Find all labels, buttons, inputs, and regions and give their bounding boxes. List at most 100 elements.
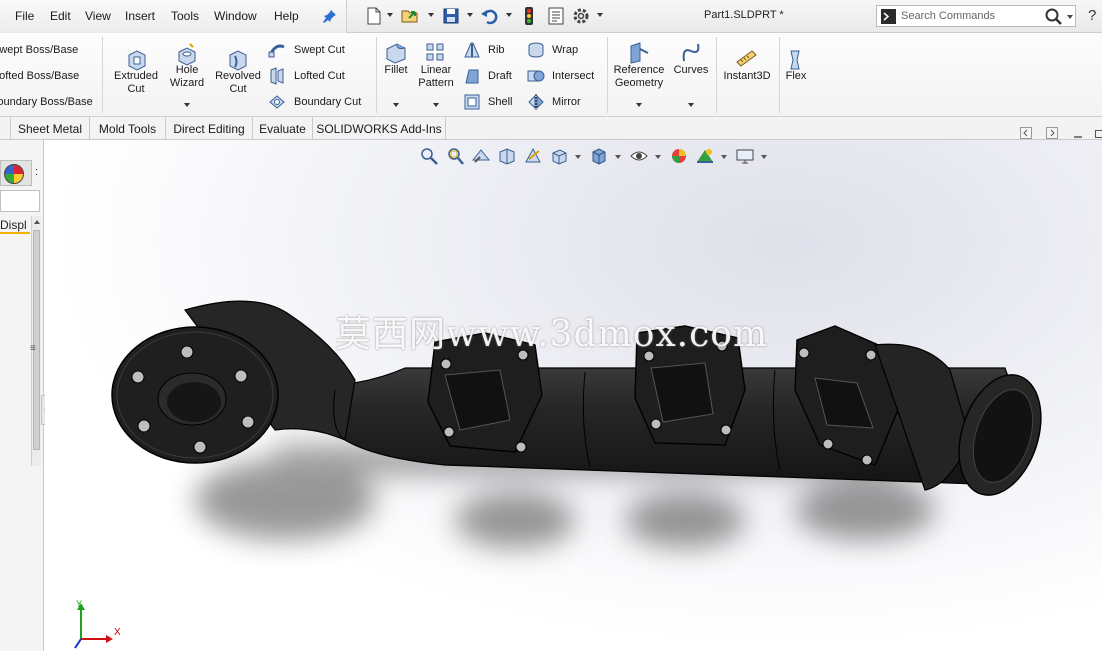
menu-help[interactable]: Help [274, 9, 299, 23]
command-manager-ribbon: Swept Boss/Base Lofted Boss/Base Boundar… [0, 33, 1102, 117]
scroll-up-icon[interactable] [33, 218, 41, 226]
linear-pattern-icon [426, 43, 444, 61]
open-icon[interactable] [400, 6, 420, 26]
save-icon[interactable] [441, 6, 461, 26]
command-prompt-icon [881, 9, 896, 24]
rib-button[interactable]: Rib [488, 44, 505, 56]
graphics-area[interactable]: 莫西网www.3dmox.com X Y [45, 140, 1102, 651]
curves-icon [682, 43, 700, 62]
undo-dropdown-icon[interactable] [506, 13, 512, 17]
search-input[interactable] [901, 10, 1041, 22]
triad-y-label: Y [76, 599, 83, 609]
feature-manager-panel: : Displ ≡ ◂ [0, 140, 51, 651]
curves-dropdown-icon[interactable] [688, 103, 694, 107]
open-dropdown-icon[interactable] [428, 13, 434, 17]
triad-x-label: X [114, 627, 121, 638]
revolved-cut-icon [229, 50, 247, 71]
hole-wizard-dropdown-icon[interactable] [184, 103, 190, 107]
ribbon-separator [716, 37, 717, 113]
more-tabs-icon[interactable]: : [35, 166, 38, 178]
menu-bar: File Edit View Insert Tools Window Help [0, 0, 347, 33]
menu-edit[interactable]: Edit [50, 9, 71, 23]
swept-boss-base-button[interactable]: Swept Boss/Base [0, 44, 78, 56]
file-properties-icon[interactable] [546, 6, 566, 26]
minimize-document-icon[interactable] [1072, 127, 1084, 139]
splitter-grip-icon[interactable]: ≡ [30, 343, 36, 354]
menu-tools[interactable]: Tools [171, 9, 199, 23]
filter-field[interactable] [0, 190, 40, 212]
ribbon-separator [779, 37, 780, 113]
lofted-cut-button[interactable]: Lofted Cut [294, 70, 345, 82]
reference-geometry-dropdown-icon[interactable] [636, 103, 642, 107]
next-document-icon[interactable] [1046, 127, 1058, 139]
lofted-boss-base-button[interactable]: Lofted Boss/Base [0, 70, 79, 82]
fillet-dropdown-icon[interactable] [393, 103, 399, 107]
boundary-boss-base-button[interactable]: Boundary Boss/Base [0, 96, 93, 108]
flex-button[interactable]: Flex [782, 70, 810, 83]
menu-insert[interactable]: Insert [125, 9, 155, 23]
tab-mold-tools[interactable]: Mold Tools [90, 117, 166, 140]
tab-sheet-metal[interactable]: Sheet Metal [11, 117, 90, 140]
linear-pattern-label: Linear Pattern [418, 64, 454, 89]
tab-direct-editing[interactable]: Direct Editing [166, 117, 253, 140]
reference-geometry-label: Reference Geometry [613, 64, 665, 89]
ribbon-separator [102, 37, 103, 113]
boundary-cut-button[interactable]: Boundary Cut [294, 96, 361, 108]
search-options-dropdown-icon[interactable] [1067, 15, 1073, 19]
rib-icon [464, 42, 480, 58]
menu-file[interactable]: File [15, 9, 34, 23]
mirror-icon [528, 94, 544, 110]
linear-pattern-dropdown-icon[interactable] [433, 103, 439, 107]
display-manager-tab[interactable] [0, 160, 32, 186]
save-dropdown-icon[interactable] [467, 13, 473, 17]
extruded-cut-label: Extruded Cut [113, 70, 159, 95]
wrap-icon [528, 42, 544, 58]
previous-document-icon[interactable] [1020, 127, 1032, 139]
boundary-cut-icon [269, 95, 285, 109]
search-icon[interactable] [1044, 7, 1064, 27]
fillet-button[interactable]: Fillet [380, 64, 412, 77]
swept-cut-icon [268, 44, 285, 58]
revolved-cut-button[interactable]: Revolved Cut [212, 70, 264, 96]
instant3d-icon [736, 50, 757, 67]
pin-icon[interactable] [322, 8, 338, 24]
tab-evaluate[interactable]: Evaluate [253, 117, 313, 140]
extruded-cut-button[interactable]: Extruded Cut [110, 70, 162, 96]
mirror-button[interactable]: Mirror [552, 96, 581, 108]
hole-wizard-icon [178, 43, 196, 66]
help-icon[interactable]: ? [1088, 7, 1096, 24]
draft-button[interactable]: Draft [488, 70, 512, 82]
menu-view[interactable]: View [85, 9, 111, 23]
ribbon-separator [607, 37, 608, 113]
search-box[interactable] [876, 5, 1076, 27]
curves-button[interactable]: Curves [672, 64, 710, 77]
options-dropdown-icon[interactable] [597, 13, 603, 17]
new-document-icon[interactable] [364, 6, 384, 26]
tab-hidden[interactable] [0, 117, 11, 140]
display-pane-header[interactable]: Displ [0, 216, 30, 234]
draft-icon [465, 69, 479, 84]
instant3d-button[interactable]: Instant3D [719, 70, 775, 83]
command-manager-tabs: Sheet Metal Mold Tools Direct Editing Ev… [0, 117, 1102, 140]
panel-scrollbar[interactable] [31, 216, 41, 466]
rebuild-icon[interactable] [519, 6, 539, 26]
ribbon-separator [376, 37, 377, 113]
extruded-cut-icon [128, 50, 146, 71]
intersect-button[interactable]: Intersect [552, 70, 594, 82]
lofted-cut-icon [270, 67, 284, 85]
restore-document-icon[interactable] [1094, 127, 1102, 139]
wrap-button[interactable]: Wrap [552, 44, 578, 56]
options-icon[interactable] [571, 6, 591, 26]
menu-window[interactable]: Window [214, 9, 257, 23]
new-document-dropdown-icon[interactable] [387, 13, 393, 17]
linear-pattern-button[interactable]: Linear Pattern [414, 64, 458, 90]
flex-icon [790, 50, 800, 70]
scrollbar-thumb[interactable] [33, 230, 40, 450]
undo-icon[interactable] [479, 6, 499, 26]
hole-wizard-button[interactable]: Hole Wizard [163, 64, 211, 90]
swept-cut-button[interactable]: Swept Cut [294, 44, 345, 56]
model-view [111, 300, 1042, 548]
tab-solidworks-add-ins[interactable]: SOLIDWORKS Add-Ins [313, 117, 446, 140]
shell-button[interactable]: Shell [488, 96, 512, 108]
reference-geometry-button[interactable]: Reference Geometry [611, 64, 667, 90]
